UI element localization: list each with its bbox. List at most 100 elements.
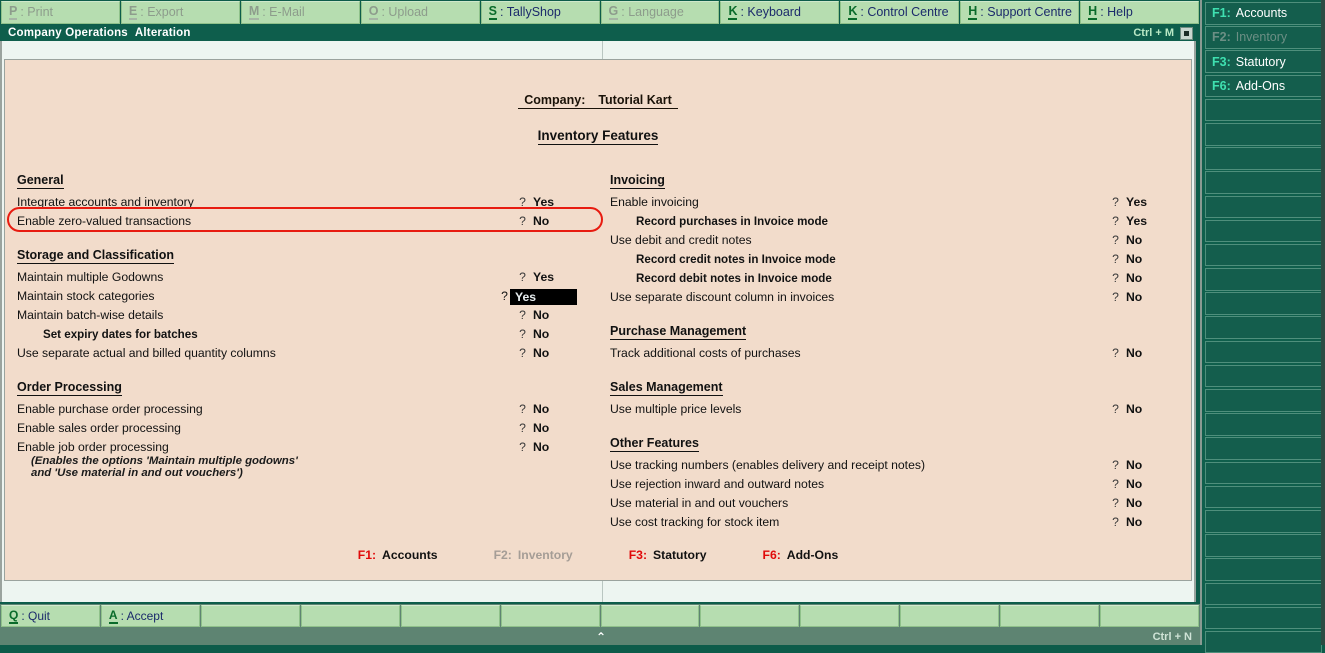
option-row[interactable]: Set expiry dates for batches? No bbox=[17, 325, 577, 344]
option-row[interactable]: Use rejection inward and outward notes? N… bbox=[610, 475, 1170, 494]
menu-accelerator: E bbox=[128, 4, 138, 20]
fkey-statutory[interactable]: F3: Statutory bbox=[629, 548, 707, 562]
sidebar-button-empty-14 bbox=[1205, 340, 1322, 364]
option-prompt-icon: ? bbox=[1112, 214, 1119, 228]
option-row[interactable]: Maintain stock categories? Yes bbox=[17, 287, 577, 306]
menu-item-controlcentre[interactable]: K: Control Centre bbox=[840, 1, 960, 24]
option-row[interactable]: Use cost tracking for stock item? No bbox=[610, 513, 1170, 532]
option-row[interactable]: Use multiple price levels? No bbox=[610, 400, 1170, 419]
option-value[interactable]: No bbox=[1121, 288, 1170, 307]
option-row[interactable]: Use separate discount column in invoices… bbox=[610, 288, 1170, 307]
sidebar-button-empty-20 bbox=[1205, 485, 1322, 509]
sidebar-accelerator: F3: bbox=[1212, 54, 1231, 69]
option-label: Record purchases in Invoice mode bbox=[636, 215, 828, 228]
scroll-up-caret-icon[interactable]: ⌃ bbox=[596, 630, 606, 644]
sidebar-button-empty-18 bbox=[1205, 437, 1322, 460]
option-row[interactable]: Use debit and credit notes? No bbox=[610, 231, 1170, 250]
option-label: Track additional costs of purchases bbox=[610, 346, 801, 360]
bottom-button-row: Q: Quit A: Accept bbox=[0, 604, 1200, 628]
menu-item-language: G: Language bbox=[600, 1, 720, 24]
option-value-focused[interactable]: Yes bbox=[510, 288, 577, 305]
option-value[interactable]: Yes bbox=[528, 193, 577, 212]
option-row[interactable]: Integrate accounts and inventory? Yes bbox=[17, 193, 577, 212]
option-value[interactable]: Yes bbox=[1121, 193, 1170, 212]
option-row[interactable]: Maintain batch-wise details? No bbox=[17, 306, 577, 325]
option-row[interactable]: Record debit notes in Invoice mode? No bbox=[610, 269, 1170, 288]
tally-window: P: Print E: Export M: E-Mail O: Upload S: Ta… bbox=[0, 0, 1325, 653]
menu-item-tallyshop[interactable]: S: TallyShop bbox=[480, 1, 600, 24]
option-prompt-icon: ? bbox=[519, 308, 526, 322]
option-value[interactable]: No bbox=[1121, 269, 1170, 288]
menu-item-help[interactable]: H: Help bbox=[1080, 1, 1200, 24]
option-note: and 'Use material in and out vouchers') bbox=[31, 466, 243, 479]
option-row[interactable]: Enable zero-valued transactions? No bbox=[17, 212, 577, 231]
option-value[interactable]: Yes bbox=[528, 268, 577, 287]
option-value[interactable]: No bbox=[1121, 456, 1170, 475]
fkey-label: Accounts bbox=[382, 548, 438, 562]
option-value[interactable]: No bbox=[1121, 400, 1170, 419]
option-label: Enable zero-valued transactions bbox=[17, 214, 192, 228]
option-row[interactable]: Enable purchase order processing? No bbox=[17, 400, 577, 419]
option-value[interactable]: No bbox=[1121, 494, 1170, 513]
menu-label: : Control Centre bbox=[860, 5, 949, 20]
option-value[interactable]: No bbox=[1121, 344, 1170, 363]
sidebar-button-statutory[interactable]: F3: Statutory bbox=[1205, 50, 1322, 73]
option-row[interactable]: Use material in and out vouchers? No bbox=[610, 494, 1170, 513]
option-value[interactable]: No bbox=[1121, 250, 1170, 269]
sidebar-button-accounts[interactable]: F1: Accounts bbox=[1205, 2, 1322, 25]
section-heading: Order Processing bbox=[17, 380, 577, 396]
bottom-button-quit[interactable]: Q: Quit bbox=[1, 605, 100, 627]
inventory-features-panel: Company: Tutorial Kart Inventory Feature… bbox=[4, 59, 1192, 581]
option-row[interactable]: Record credit notes in Invoice mode? No bbox=[610, 250, 1170, 269]
menu-accelerator: S bbox=[488, 4, 497, 20]
option-value[interactable]: No bbox=[528, 400, 577, 419]
menu-item-supportcentre[interactable]: H: Support Centre bbox=[960, 1, 1080, 24]
option-value[interactable]: No bbox=[528, 325, 577, 344]
option-value[interactable]: No bbox=[1121, 475, 1170, 494]
option-row[interactable]: Use tracking numbers (enables delivery a… bbox=[610, 456, 1170, 475]
company-label: Company: bbox=[521, 93, 589, 109]
option-label: Use separate discount column in invoices bbox=[610, 290, 835, 304]
option-label: Record debit notes in Invoice mode bbox=[636, 272, 832, 285]
option-prompt-icon: ? bbox=[519, 440, 526, 454]
option-value[interactable]: No bbox=[528, 438, 577, 457]
option-row[interactable]: Enable invoicing? Yes bbox=[610, 193, 1170, 212]
sidebar-button-addons[interactable]: F6: Add-Ons bbox=[1205, 74, 1322, 98]
section-heading-text: Sales Management bbox=[610, 380, 723, 396]
page-title: Inventory Features bbox=[537, 128, 659, 145]
sidebar-label: Accounts bbox=[1235, 6, 1288, 21]
sidebar-button-empty-24 bbox=[1205, 582, 1322, 606]
menu-label: : Keyboard bbox=[740, 5, 801, 20]
fkey-code: F6: bbox=[762, 548, 781, 562]
option-label: Maintain multiple Godowns bbox=[17, 270, 164, 284]
option-row[interactable]: Enable sales order processing? No bbox=[17, 419, 577, 438]
section-heading: Invoicing bbox=[610, 173, 1170, 189]
option-row[interactable]: Enable job order processing? No bbox=[17, 438, 577, 457]
option-value[interactable]: No bbox=[528, 212, 577, 231]
menu-label: : TallyShop bbox=[499, 5, 561, 20]
option-value[interactable]: No bbox=[528, 419, 577, 438]
option-row[interactable]: Maintain multiple Godowns? Yes bbox=[17, 268, 577, 287]
option-value[interactable]: No bbox=[1121, 513, 1170, 532]
fkey-accounts[interactable]: F1: Accounts bbox=[358, 548, 438, 562]
sidebar-scrollbar[interactable] bbox=[1321, 0, 1325, 645]
sidebar-button-empty-5 bbox=[1205, 122, 1322, 146]
option-value[interactable]: Yes bbox=[1121, 212, 1170, 231]
option-value[interactable]: No bbox=[1121, 231, 1170, 250]
fkey-label: Inventory bbox=[517, 548, 573, 562]
option-value[interactable]: No bbox=[528, 344, 577, 363]
option-row[interactable]: Use separate actual and billed quantity … bbox=[17, 344, 577, 363]
menu-item-keyboard[interactable]: K: Keyboard bbox=[720, 1, 840, 24]
option-row[interactable]: Track additional costs of purchases? No bbox=[610, 344, 1170, 363]
bottom-button-empty-9 bbox=[900, 605, 1000, 627]
bottom-button-accept[interactable]: A: Accept bbox=[100, 605, 200, 627]
fkey-addons[interactable]: F6: Add-Ons bbox=[763, 548, 839, 562]
section-heading-text: General bbox=[17, 173, 64, 189]
window-restore-button[interactable] bbox=[1180, 26, 1193, 40]
option-value[interactable]: No bbox=[528, 306, 577, 325]
option-row[interactable]: Record purchases in Invoice mode? Yes bbox=[610, 212, 1170, 231]
sidebar-label: Statutory bbox=[1235, 54, 1286, 69]
button-label: : Accept bbox=[120, 609, 164, 623]
